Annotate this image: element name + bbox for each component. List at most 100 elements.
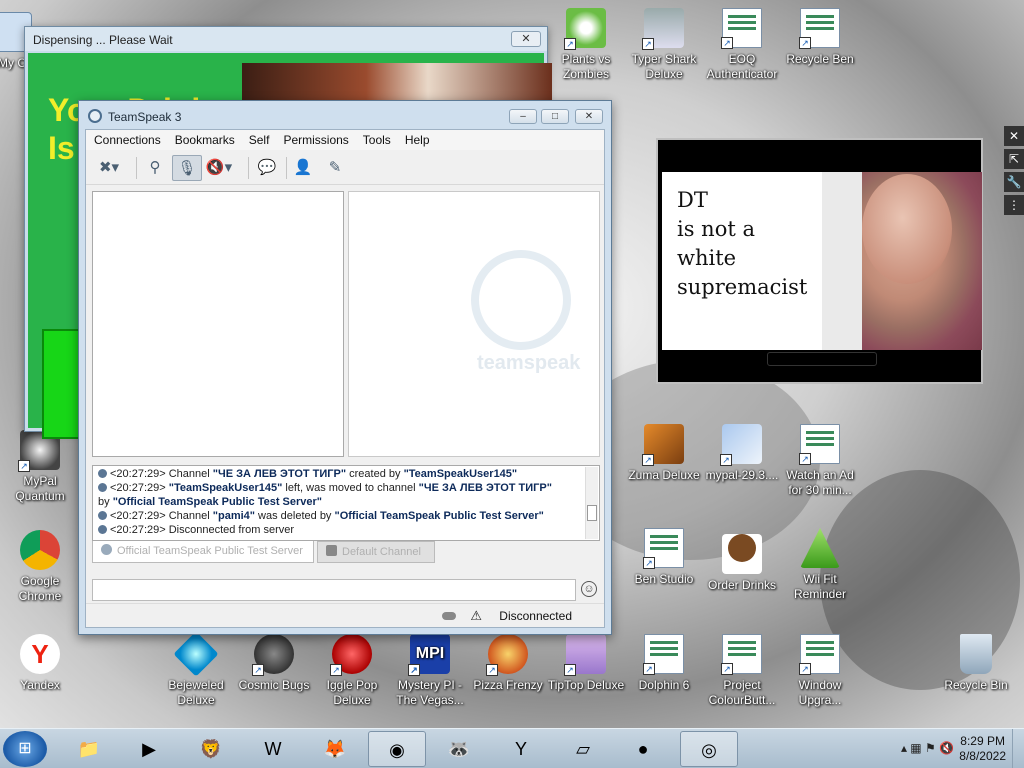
show-desktop-button[interactable] (1012, 729, 1024, 768)
desktop-icon-mypal-installer[interactable]: ↗ mypal-29.3.... (702, 424, 782, 483)
brave-icon[interactable]: 🦁 (182, 731, 240, 767)
emoticon-icon[interactable]: ☺ (581, 581, 597, 597)
wrench-icon[interactable]: 🔧 (1004, 172, 1024, 192)
toolbar-separator (248, 157, 249, 179)
disconnect-icon[interactable]: ✖▾ (94, 155, 124, 181)
maximize-button[interactable]: □ (541, 109, 569, 124)
status-bar: ⚠ Disconnected (86, 603, 604, 627)
triangle-icon (800, 528, 840, 568)
clock[interactable]: 8:29 PM 8/8/2022 (959, 734, 1006, 764)
info-icon (98, 469, 107, 478)
popout-icon[interactable]: ⇱ (1004, 149, 1024, 169)
desktop-icon-window-upgrade[interactable]: ↗ Window Upgra... (780, 634, 860, 708)
chat-input[interactable] (92, 579, 576, 601)
cocktail-icon: ↗ (564, 634, 606, 676)
explorer-icon[interactable]: 📁 (60, 731, 118, 767)
desktop-icon-recycle-bin[interactable]: Recycle Bin (936, 634, 1016, 693)
desktop-icon-ben-studio[interactable]: ↗ Ben Studio (624, 528, 704, 587)
chat-bubble-icon[interactable]: 💬 (252, 155, 282, 181)
menu-permissions[interactable]: Permissions (275, 130, 354, 147)
w-app-icon[interactable]: W (244, 731, 302, 767)
teamspeak-window[interactable]: TeamSpeak 3 – □ ✕ Connections Bookmarks Se… (78, 100, 612, 635)
desktop-icon-bejeweled[interactable]: Bejeweled Deluxe (156, 631, 236, 708)
document-icon: ↗ (721, 8, 762, 49)
menu-self[interactable]: Self (241, 130, 276, 147)
desktop-icon-dolphin-6[interactable]: ↗ Dolphin 6 (624, 634, 704, 693)
taskbar: ⊞ 📁 ▶ 🦁 W 🦊 ◉ 🦝 Y ▱ ● ◎ ▴ ▦ ⚑ 🔇 8:29 PM … (0, 728, 1024, 768)
server-log[interactable]: <20:27:29> Channel "ЧЕ ЗА ЛЕВ ЭТОТ ТИГР"… (92, 465, 600, 541)
desktop-icon-pizza-frenzy[interactable]: ↗ Pizza Frenzy (468, 634, 548, 693)
minimize-button[interactable]: – (509, 109, 537, 124)
desktop-icon-yandex[interactable]: Y Yandex (0, 634, 80, 693)
info-icon (98, 511, 107, 520)
mpi-icon: MPI ↗ (408, 634, 450, 676)
desktop-icon-google-chrome[interactable]: Google Chrome (0, 530, 80, 604)
tab-server[interactable]: Official TeamSpeak Public Test Server (92, 541, 314, 563)
grip-icon[interactable]: ⋮ (1004, 195, 1024, 215)
window-title: Dispensing ... Please Wait (25, 27, 547, 51)
video-player[interactable]: DT is not a white supremacist (656, 138, 983, 384)
log-scrollbar[interactable] (585, 467, 598, 539)
desktop-icon-mystery-pi[interactable]: MPI ↗ Mystery PI - The Vegas... (390, 634, 470, 708)
desktop-icon-watch-an-ad[interactable]: ↗ Watch an Ad for 30 min... (780, 424, 860, 498)
desktop-icon-zuma-deluxe[interactable]: ↗ Zuma Deluxe (624, 424, 704, 483)
window-title: TeamSpeak 3 (108, 110, 182, 124)
document-icon: ↗ (799, 8, 840, 49)
menu-tools[interactable]: Tools (355, 130, 397, 147)
log-row: <20:27:29> Channel "pami4" was deleted b… (98, 509, 583, 523)
iggle-icon: ↗ (330, 634, 372, 676)
desktop-icon-eoq-authenticator[interactable]: ↗ EOQ Authenticator (702, 8, 782, 82)
menu-bookmarks[interactable]: Bookmarks (167, 130, 241, 147)
desktop-icon-order-drinks[interactable]: Order Drinks (702, 528, 782, 593)
title-bar[interactable]: TeamSpeak 3 – □ ✕ (79, 101, 611, 131)
close-icon[interactable]: ✕ (1004, 126, 1024, 146)
mute-microphone-icon[interactable]: 🎙 (172, 155, 202, 181)
desktop-icon-typer-shark[interactable]: ↗ Typer Shark Deluxe (624, 8, 704, 82)
close-button[interactable]: ✕ (575, 109, 603, 124)
tab-channel[interactable]: Default Channel (317, 541, 435, 563)
toolbar-separator (286, 157, 287, 179)
desktop-icon-cosmic-bugs[interactable]: ↗ Cosmic Bugs (234, 634, 314, 693)
warning-icon: ⚠ (470, 608, 482, 623)
desktop-icon-recycle-ben[interactable]: ↗ Recycle Ben (780, 8, 860, 67)
firefox-icon[interactable]: 🦊 (306, 731, 364, 767)
contacts-icon[interactable]: 👤 (288, 155, 318, 181)
mypal-icon[interactable]: 🦝 (430, 731, 488, 767)
document-icon: ↗ (643, 528, 684, 569)
desktop-icon-plants-vs-zombies[interactable]: ↗ Plants vs Zombies (546, 8, 626, 82)
gem-icon (173, 631, 219, 677)
teamspeak-icon[interactable]: ◎ (680, 731, 738, 767)
start-button[interactable]: ⊞ (3, 731, 47, 767)
connection-status: Disconnected (499, 609, 572, 623)
watermark-text: teamspeak (477, 352, 581, 374)
system-tray[interactable]: ▴ ▦ ⚑ 🔇 (901, 741, 954, 755)
desktop-icon-mypal-quantum[interactable]: ↗ MyPal Quantum (0, 430, 80, 504)
channel-icon (326, 545, 337, 556)
desktop-icon-iggle-pop[interactable]: ↗ Iggle Pop Deluxe (312, 634, 392, 708)
notepad-icon[interactable]: ▱ (554, 731, 612, 767)
desktop-icon-wii-fit-reminder[interactable]: Wii Fit Reminder (780, 528, 860, 602)
whisper-icon[interactable]: ✎ (320, 155, 350, 181)
menu-help[interactable]: Help (397, 130, 436, 147)
desktop-icon-tiptop-deluxe[interactable]: ↗ TipTop Deluxe (546, 634, 626, 693)
away-icon[interactable]: ⚲ (140, 155, 170, 181)
menu-connections[interactable]: Connections (86, 130, 167, 147)
progress-bar (42, 329, 82, 439)
mute-speakers-icon[interactable]: 🔇▾ (204, 155, 234, 181)
slide-text: DT is not a white supremacist (662, 172, 822, 350)
close-button[interactable]: ✕ (511, 31, 541, 47)
desktop-icon-project-colourbutt[interactable]: ↗ Project ColourButt... (702, 634, 782, 708)
coffee-bean-icon[interactable]: ● (614, 731, 672, 767)
chrome-icon[interactable]: ◉ (368, 731, 426, 767)
log-row: <20:27:29> "TeamSpeakUser145" left, was … (98, 481, 583, 495)
document-icon: ↗ (643, 634, 684, 675)
log-row: <20:27:29> Disconnected from server (98, 523, 583, 537)
scrollbar-thumb[interactable] (587, 505, 597, 521)
channel-tree[interactable] (92, 191, 344, 457)
shark-icon: ↗ (642, 8, 684, 50)
yandex-icon[interactable]: Y (492, 731, 550, 767)
pizza-icon: ↗ (486, 634, 528, 676)
video-controls[interactable] (767, 352, 877, 366)
media-player-icon[interactable]: ▶ (120, 731, 178, 767)
document-icon: ↗ (721, 634, 762, 675)
